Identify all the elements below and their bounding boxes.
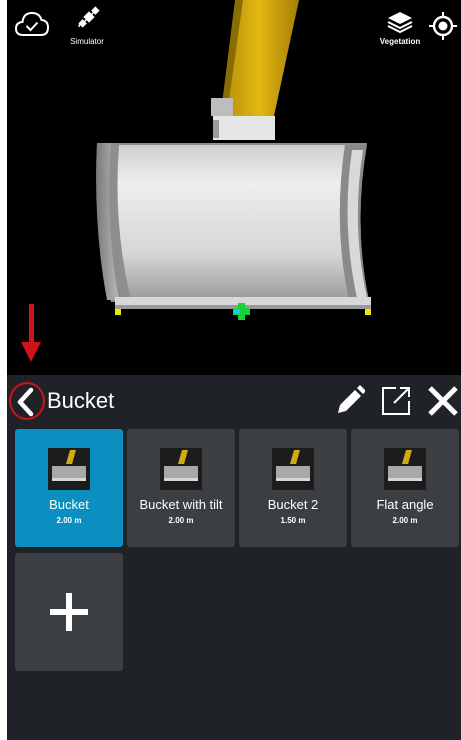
tool-card-bucket[interactable]: Bucket 2.00 m bbox=[15, 429, 123, 547]
tool-name: Flat angle bbox=[376, 497, 434, 512]
open-external-button[interactable] bbox=[380, 385, 412, 417]
plus-icon bbox=[50, 593, 88, 631]
bucket-thumbnail-icon bbox=[48, 448, 90, 490]
bucket-thumbnail-icon bbox=[272, 448, 314, 490]
close-button[interactable] bbox=[427, 385, 459, 417]
panel-title: Bucket bbox=[47, 388, 115, 413]
close-icon bbox=[428, 386, 458, 416]
panel-header: Bucket bbox=[7, 375, 461, 427]
edit-button[interactable] bbox=[335, 385, 366, 417]
vegetation-button[interactable]: Vegetation bbox=[373, 10, 427, 46]
simulator-button[interactable]: Simulator bbox=[57, 4, 117, 50]
cloud-sync-icon[interactable] bbox=[14, 10, 50, 38]
tool-size: 2.00 m bbox=[168, 516, 194, 525]
annotation-circle bbox=[9, 382, 45, 420]
bucket-3d-view[interactable] bbox=[7, 0, 461, 375]
open-external-icon bbox=[382, 387, 410, 415]
bucket-body bbox=[96, 143, 371, 315]
pencil-icon bbox=[338, 385, 366, 413]
tool-card-flat-angle[interactable]: Flat angle 2.00 m bbox=[351, 429, 459, 547]
locate-icon[interactable] bbox=[429, 12, 457, 40]
vegetation-label: Vegetation bbox=[379, 37, 421, 46]
tool-size: 1.50 m bbox=[280, 516, 306, 525]
tool-selection-panel: Bucket Bucket 2.00 m Bucket with tilt 2.… bbox=[7, 375, 461, 740]
tool-size: 2.00 m bbox=[392, 516, 418, 525]
tool-size: 2.00 m bbox=[56, 516, 82, 525]
tool-name: Bucket with tilt bbox=[139, 497, 223, 512]
add-tool-button[interactable] bbox=[15, 553, 123, 671]
simulator-label: Simulator bbox=[70, 37, 104, 46]
tool-card-bucket-with-tilt[interactable]: Bucket with tilt 2.00 m bbox=[127, 429, 235, 547]
satellite-icon bbox=[78, 6, 100, 28]
bucket-thumbnail-icon bbox=[384, 448, 426, 490]
app-screen: Simulator Vegetation Bucket Bucket 2.00 … bbox=[7, 0, 461, 740]
tool-name: Bucket 2 bbox=[267, 497, 319, 512]
bucket-thumbnail-icon bbox=[160, 448, 202, 490]
annotation-arrow bbox=[21, 304, 41, 362]
tool-name: Bucket bbox=[49, 497, 89, 512]
tool-card-bucket-2[interactable]: Bucket 2 1.50 m bbox=[239, 429, 347, 547]
layers-icon bbox=[387, 12, 413, 34]
